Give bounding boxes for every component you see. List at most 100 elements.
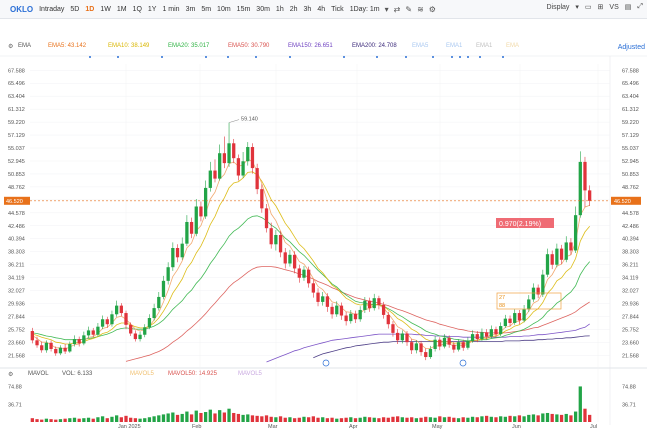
candle-body	[119, 305, 123, 314]
volume-bar	[410, 417, 414, 422]
volume-bar	[152, 416, 156, 422]
candle-body	[508, 318, 512, 323]
candle-body	[218, 153, 222, 179]
price-tick-label: 63.404	[622, 94, 639, 100]
range-box-label: 88	[499, 303, 505, 309]
volume-bar	[49, 419, 53, 422]
signal-dot	[89, 56, 91, 58]
price-tick-label-left: 48.762	[8, 185, 25, 191]
volume-bar	[484, 415, 489, 422]
volume-bar	[433, 417, 437, 422]
candle-body	[466, 340, 470, 348]
candle-body	[157, 296, 161, 309]
volume-bar	[321, 417, 325, 422]
volume-bar	[157, 415, 161, 422]
candle-body	[283, 252, 287, 264]
price-tick-label-left: 42.486	[8, 224, 25, 230]
candle-body	[564, 242, 568, 260]
candle-body	[503, 318, 507, 327]
volume-bar	[35, 419, 39, 422]
price-tick-label: 42.486	[622, 224, 639, 230]
volume-bar	[344, 417, 348, 422]
volume-bar	[91, 418, 95, 422]
candle-body	[260, 189, 264, 209]
high-marker-label: 59.140	[241, 117, 258, 123]
volume-bar	[325, 418, 330, 422]
volume-bar	[517, 415, 522, 422]
event-icon	[459, 359, 467, 367]
price-tick-label-left: 44.578	[8, 211, 25, 217]
price-chart[interactable]: 67.588 67.588 65.496 65.496 63.404 63.404 61.3…	[0, 0, 647, 430]
date-tick-label: Jul	[590, 424, 597, 430]
volume-bar	[100, 416, 105, 422]
candle-body	[129, 324, 133, 334]
candle-body	[489, 329, 493, 337]
signal-dot	[405, 56, 407, 58]
volume-bar	[199, 412, 203, 422]
candle-body	[405, 333, 409, 343]
volume-bar	[494, 417, 498, 422]
signal-dot	[451, 56, 453, 58]
volume-bar	[68, 418, 72, 422]
candle-body	[517, 313, 522, 321]
price-tick-label-left: 36.211	[8, 263, 24, 269]
candle-body	[545, 254, 550, 275]
volume-bar	[189, 414, 194, 422]
volume-bar	[274, 417, 278, 422]
volume-bar	[115, 415, 119, 422]
event-icon	[322, 359, 330, 367]
volume-bar	[110, 416, 114, 422]
volume-bar	[161, 414, 166, 422]
volume-bar	[218, 410, 222, 422]
volume-bar	[513, 416, 517, 422]
candle-body	[452, 344, 456, 350]
signal-dot	[459, 56, 461, 58]
candle-body	[377, 298, 381, 306]
volume-bar	[489, 416, 493, 422]
volume-bar	[246, 414, 250, 422]
candle-body	[424, 352, 428, 358]
price-tick-label-left: 52.945	[8, 159, 25, 165]
price-tick-label: 25.752	[622, 327, 639, 333]
volume-bar	[105, 418, 109, 422]
volume-bar	[72, 417, 77, 422]
signal-dot	[227, 56, 229, 58]
candle-body	[583, 161, 587, 191]
volume-bar	[171, 412, 175, 422]
signal-dot	[205, 56, 207, 58]
candle-body	[189, 221, 194, 234]
volume-bar	[96, 417, 100, 422]
price-tick-label: 52.945	[622, 159, 639, 165]
candle-body	[105, 319, 109, 325]
volume-bar	[30, 418, 34, 422]
price-tick-label: 48.762	[622, 185, 639, 191]
candle-body	[311, 283, 315, 293]
candle-body	[559, 248, 564, 260]
current-price-tag-left-text: 46.520	[6, 199, 23, 205]
candle-body	[161, 280, 166, 297]
volume-bar	[442, 417, 447, 422]
volume-bar	[424, 416, 428, 422]
price-tick-label-left: 50.853	[8, 172, 25, 178]
price-tick-label: 55.037	[622, 146, 639, 152]
volume-bar	[508, 415, 512, 422]
volume-bar	[307, 417, 311, 422]
price-tick-label: 50.853	[622, 172, 639, 178]
candle-body	[86, 330, 91, 336]
candle-body	[536, 287, 540, 295]
volume-bar	[166, 413, 170, 422]
date-tick-label: Feb	[192, 424, 201, 430]
candle-body	[115, 305, 119, 315]
candle-body	[124, 313, 128, 325]
volume-bar	[124, 415, 128, 422]
volume-bar	[564, 413, 568, 422]
signal-dot	[255, 56, 257, 58]
volume-bar	[241, 414, 245, 422]
volume-bar	[185, 411, 189, 422]
volume-bar	[86, 417, 91, 422]
candle-body	[143, 327, 147, 335]
volume-bar	[428, 417, 433, 422]
price-tick-label: 65.496	[622, 81, 639, 87]
volume-bar	[175, 414, 180, 422]
candle-body	[344, 315, 348, 322]
